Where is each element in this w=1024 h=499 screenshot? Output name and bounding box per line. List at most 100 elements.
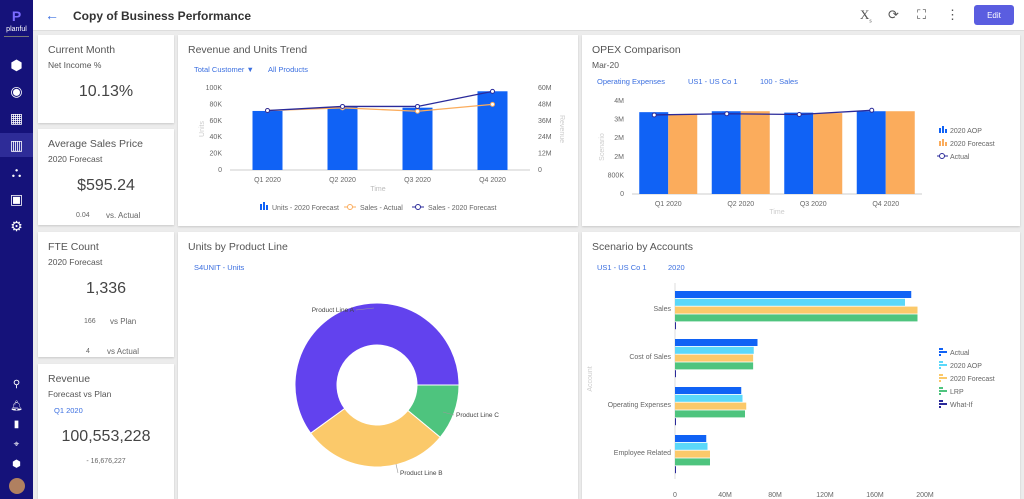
legend-label: Units - 2020 Forecast — [272, 205, 339, 212]
legend-hbar-icon — [939, 403, 947, 405]
bar-actual — [675, 291, 912, 298]
cube-icon[interactable]: ⬢ — [0, 452, 33, 476]
legend-label: Sales - 2020 Forecast — [428, 205, 497, 212]
bar-2020-forecast — [668, 114, 698, 194]
search-icon[interactable]: ⚲ — [0, 372, 33, 396]
kpi-delta-label: vs Plan — [110, 317, 137, 326]
y-tick-label: 3M — [614, 117, 624, 124]
line-point — [490, 101, 495, 107]
x-tick-label: 160M — [866, 492, 884, 499]
line-point — [869, 107, 875, 113]
legend-hbar-icon — [939, 400, 943, 402]
bar-units — [402, 107, 433, 170]
cube-icon[interactable]: ⬢ — [0, 53, 33, 77]
y-axis-label: Units — [199, 121, 206, 137]
bar-2020-forecast — [675, 450, 710, 458]
x-tick-label: Q3 2020 — [404, 177, 431, 184]
back-arrow-icon[interactable]: ← — [45, 7, 59, 23]
line-point — [415, 103, 420, 109]
bar-actual — [675, 435, 707, 442]
line-point — [265, 108, 270, 114]
bar-2020-forecast — [675, 306, 918, 314]
legend-label: 2020 AOP — [950, 363, 982, 370]
kpi-card-revenue: Revenue Forecast vs Plan Q1 2020 100,553… — [38, 364, 174, 499]
edit-button[interactable]: Edit — [974, 5, 1014, 25]
line-point — [490, 88, 495, 94]
y-tick-label: 80K — [210, 101, 223, 108]
fullscreen-icon[interactable]: ⛶ — [917, 7, 926, 23]
legend-label: LRP — [950, 389, 964, 396]
x-tick-label: 200M — [916, 492, 934, 499]
target-icon[interactable]: ◉ — [0, 79, 33, 103]
bar-lrp — [675, 362, 754, 370]
legend-bar-icon — [939, 128, 941, 133]
hierarchy-icon[interactable]: ⛬ — [0, 160, 33, 184]
scenario-hbar-chart: 0 40M 80M 120M 160M 200M Account Sales Cost of S… — [587, 283, 995, 499]
card-title: Revenue — [48, 373, 91, 385]
legend-bar-icon — [945, 142, 947, 146]
gear-icon[interactable]: ⚙ — [0, 214, 33, 238]
opex-comparison-card: OPEX Comparison Mar-20 Operating Expense… — [582, 35, 1020, 226]
line-point — [415, 108, 420, 114]
kpi-delta-label: vs. Actual — [106, 211, 141, 220]
avatar[interactable] — [0, 474, 33, 498]
legend-bar-icon — [945, 129, 947, 133]
kpi-delta-label: vs Actual — [107, 347, 140, 356]
card-title: FTE Count — [48, 241, 99, 253]
sidebar: Pplanful ⬢ ◉ ▦ ▥ ⛬ ▣ ⚙ ⚲ 🔔︎ ▮ ⌖ ⬢ — [0, 0, 33, 499]
y-tick-label: 2M — [614, 154, 624, 161]
opex-chart: 0 800K 2M 2M 3M 4M Scenario Time Q1 2020 Q2 2020 Q… — [599, 98, 995, 216]
bar-2020-forecast — [675, 402, 747, 410]
legend-label: Actual — [950, 154, 970, 161]
bar-lrp — [675, 410, 745, 418]
y2-tick-label: 24M — [538, 134, 552, 141]
y2-tick-label: 48M — [538, 101, 552, 108]
report-icon[interactable]: ▥ — [0, 133, 33, 157]
legend-label: Actual — [950, 350, 970, 357]
y2-tick-label: 36M — [538, 118, 552, 125]
variables-icon[interactable]: Xs — [860, 7, 872, 25]
y-tick-label: 40K — [210, 134, 223, 141]
legend-hbar-icon — [939, 354, 941, 356]
y-axis-label: Scenario — [599, 133, 606, 161]
more-options-icon[interactable]: ⋮ — [946, 7, 959, 23]
bar-2020-aop — [675, 442, 708, 450]
legend-bar-icon — [942, 139, 944, 146]
bar-actual — [675, 339, 758, 346]
kpi-delta: 4 — [86, 348, 90, 355]
legend-hbar-icon — [939, 374, 943, 376]
refresh-icon[interactable]: ⟳ — [888, 7, 899, 23]
slice-label: Product Line A — [312, 307, 355, 314]
top-bar: ← Copy of Business Performance Xs ⟳ ⛶ ⋮ … — [33, 0, 1024, 31]
y-tick-label: 2M — [614, 135, 624, 142]
legend-bar-icon — [942, 126, 944, 133]
kpi-value: 100,553,228 — [61, 428, 151, 445]
bar-2020-forecast — [813, 113, 843, 194]
legend-bar-icon — [939, 141, 941, 146]
planful-logo[interactable]: Pplanful — [0, 8, 33, 37]
bar-2020-forecast — [740, 111, 770, 194]
line-point — [651, 112, 657, 118]
y2-tick-label: 0 — [538, 167, 542, 174]
legend-hbar-icon — [939, 364, 947, 366]
bar-2020-aop — [675, 394, 743, 402]
bar-what-if — [675, 370, 676, 378]
scenario-by-accounts-card: Scenario by Accounts US1 - US Co 1 2020 … — [582, 232, 1020, 499]
x-tick-label: Q4 2020 — [479, 177, 506, 184]
grid-icon[interactable]: ▦ — [0, 106, 33, 130]
bar-2020-aop — [639, 112, 669, 194]
card-subtitle: 2020 Forecast — [48, 257, 103, 267]
period-filter[interactable]: Q1 2020 — [54, 406, 83, 415]
clipboard-icon[interactable]: ▣ — [0, 187, 33, 211]
x-tick-label: 120M — [816, 492, 834, 499]
legend-hbar-icon — [939, 377, 947, 379]
bar-what-if — [675, 322, 676, 330]
x-tick-label: 80M — [768, 492, 782, 499]
y2-tick-label: 60M — [538, 85, 552, 92]
category-label: Employee Related — [614, 450, 671, 457]
legend-hbar-icon — [939, 348, 943, 350]
bar-2020-aop — [711, 111, 741, 194]
y-tick-label: 20K — [210, 151, 223, 158]
label-leader-line — [395, 463, 399, 474]
legend-label: Sales - Actual — [360, 205, 403, 212]
